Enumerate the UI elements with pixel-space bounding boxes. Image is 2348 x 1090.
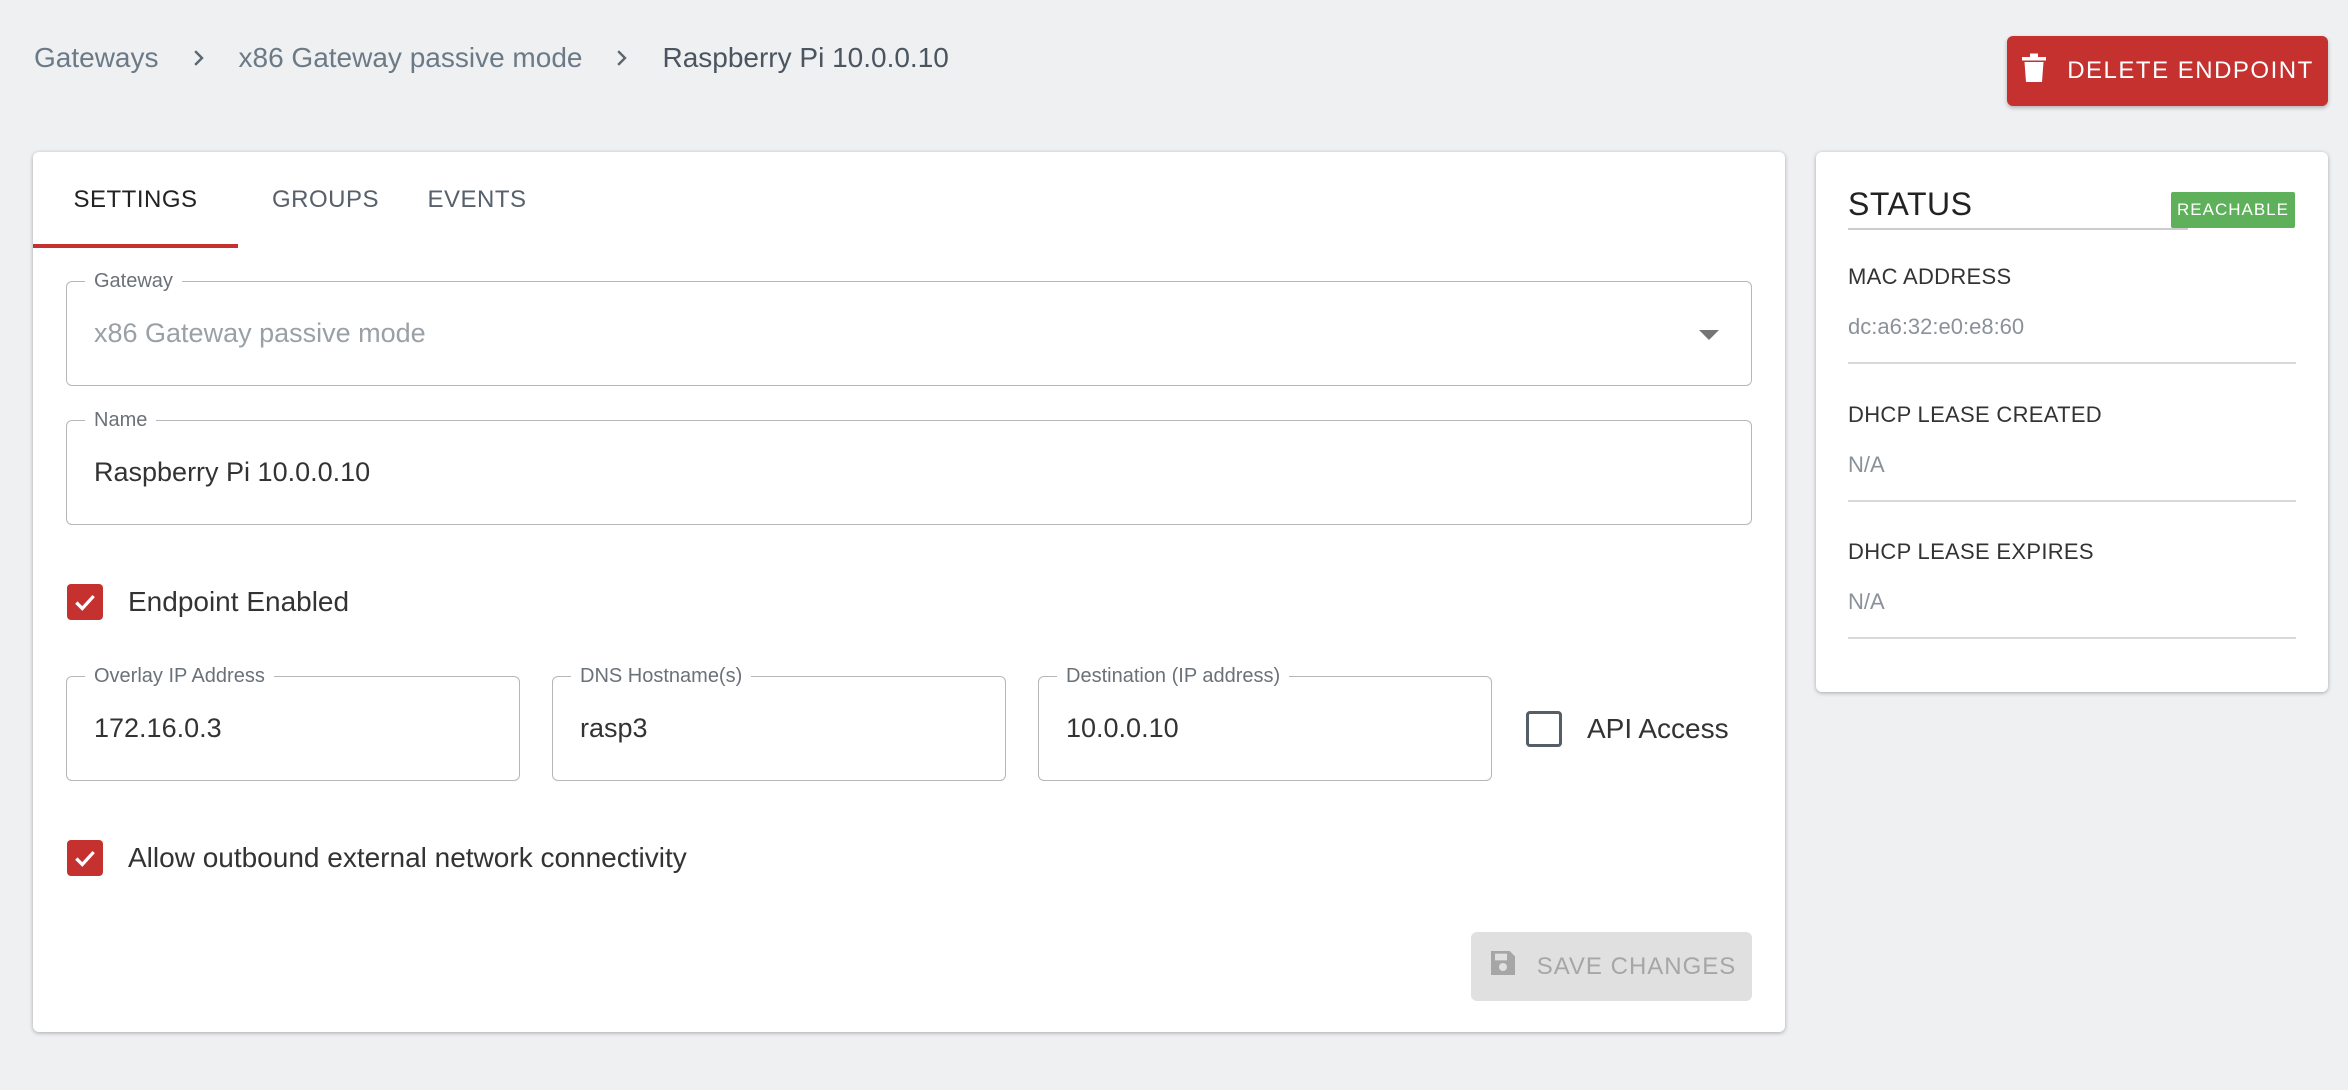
status-badge: REACHABLE	[2171, 192, 2295, 228]
breadcrumb-gateway-link[interactable]: x86 Gateway passive mode	[239, 38, 583, 78]
mac-address-label: MAC ADDRESS	[1848, 264, 2012, 289]
caret-down-icon	[1699, 330, 1719, 340]
outbound-connectivity-checkbox-row[interactable]: Allow outbound external network connecti…	[67, 840, 687, 876]
floppy-disk-icon	[1487, 947, 1519, 986]
api-access-checkbox-row[interactable]: API Access	[1526, 711, 1729, 747]
endpoint-settings-card: SETTINGS GROUPS EVENTS Gateway x86 Gatew…	[33, 152, 1785, 1032]
tab-bar: SETTINGS GROUPS EVENTS	[33, 152, 541, 248]
dhcp-lease-created-label: DHCP LEASE CREATED	[1848, 402, 2102, 427]
save-changes-button[interactable]: SAVE CHANGES	[1471, 932, 1752, 1001]
dns-hostnames-field-value: rasp3	[580, 713, 648, 743]
dns-hostnames-field[interactable]: DNS Hostname(s) rasp3	[552, 663, 1006, 781]
dns-hostnames-field-label: DNS Hostname(s)	[571, 663, 752, 689]
overlay-ip-field-label: Overlay IP Address	[85, 663, 274, 689]
api-access-checkbox[interactable]	[1526, 711, 1562, 747]
gateway-select[interactable]: Gateway x86 Gateway passive mode	[66, 268, 1752, 386]
mac-address-section: MAC ADDRESS dc:a6:32:e0:e8:60	[1848, 264, 2296, 364]
status-card: STATUS MAC ADDRESS dc:a6:32:e0:e8:60 DHC…	[1816, 152, 2328, 692]
name-field[interactable]: Name Raspberry Pi 10.0.0.10	[66, 407, 1752, 525]
endpoint-enabled-checkbox[interactable]	[67, 584, 103, 620]
tab-events[interactable]: EVENTS	[413, 152, 541, 248]
destination-ip-field-label: Destination (IP address)	[1057, 663, 1290, 689]
chevron-right-icon	[189, 48, 209, 68]
dhcp-lease-created-section: DHCP LEASE CREATED N/A	[1848, 402, 2296, 502]
endpoint-enabled-checkbox-row[interactable]: Endpoint Enabled	[67, 584, 349, 620]
divider	[1848, 500, 2296, 502]
dhcp-lease-expires-value: N/A	[1848, 589, 1885, 614]
status-title-divider	[1848, 228, 2188, 230]
endpoint-enabled-label: Endpoint Enabled	[128, 586, 350, 617]
divider	[1848, 362, 2296, 364]
endpoint-settings-page: Gateways x86 Gateway passive mode Raspbe…	[0, 0, 2348, 1090]
outbound-connectivity-label: Allow outbound external network connecti…	[128, 842, 687, 873]
dhcp-lease-created-value: N/A	[1848, 452, 1885, 477]
status-title: STATUS	[1848, 186, 1973, 222]
save-changes-label: SAVE CHANGES	[1536, 952, 1737, 980]
name-field-label: Name	[85, 407, 157, 433]
check-icon	[75, 594, 95, 611]
tab-groups[interactable]: GROUPS	[238, 152, 413, 248]
overlay-ip-field-value: 172.16.0.3	[94, 713, 222, 743]
mac-address-value: dc:a6:32:e0:e8:60	[1848, 314, 2025, 339]
destination-ip-field-value: 10.0.0.10	[1066, 713, 1179, 743]
api-access-label: API Access	[1587, 713, 1729, 744]
gateway-select-value: x86 Gateway passive mode	[94, 318, 426, 348]
breadcrumb-current: Raspberry Pi 10.0.0.10	[662, 42, 949, 73]
name-field-value: Raspberry Pi 10.0.0.10	[94, 457, 371, 487]
destination-ip-field[interactable]: Destination (IP address) 10.0.0.10	[1038, 663, 1492, 781]
overlay-ip-field[interactable]: Overlay IP Address 172.16.0.3	[66, 663, 520, 781]
divider	[1848, 637, 2296, 639]
trash-icon	[2021, 53, 2047, 90]
chevron-right-icon	[612, 48, 632, 68]
gateway-select-label: Gateway	[85, 268, 182, 294]
dhcp-lease-expires-label: DHCP LEASE EXPIRES	[1848, 539, 2094, 564]
delete-endpoint-label: DELETE ENDPOINT	[2067, 57, 2314, 84]
breadcrumb: Gateways x86 Gateway passive mode Raspbe…	[34, 38, 949, 78]
dhcp-lease-expires-section: DHCP LEASE EXPIRES N/A	[1848, 539, 2296, 639]
breadcrumb-gateways-link[interactable]: Gateways	[34, 38, 159, 78]
outbound-connectivity-checkbox[interactable]	[67, 840, 103, 876]
check-icon	[75, 850, 95, 867]
delete-endpoint-button[interactable]: DELETE ENDPOINT	[2007, 36, 2328, 106]
tab-settings[interactable]: SETTINGS	[33, 152, 238, 248]
